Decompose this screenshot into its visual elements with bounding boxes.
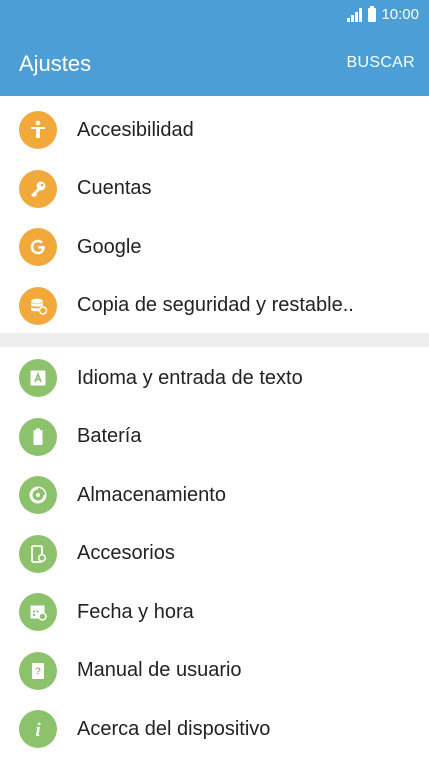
settings-item-user-manual[interactable]: ? Manual de usuario [0,642,429,701]
storage-icon [19,476,57,515]
svg-text:?: ? [35,666,41,677]
settings-item-battery[interactable]: Batería [0,408,429,467]
settings-item-label: Google [77,235,142,258]
backup-restore-icon [19,286,57,325]
battery-icon [19,417,57,456]
google-icon [19,228,57,267]
section-divider [0,333,429,347]
accessibility-icon [19,111,57,150]
settings-item-label: Copia de seguridad y restable.. [77,294,354,317]
accessories-icon [19,534,57,573]
key-icon [19,169,57,208]
settings-item-label: Batería [77,425,142,448]
settings-item-storage[interactable]: Almacenamiento [0,466,429,525]
svg-text:i: i [35,720,41,740]
settings-item-accessibility[interactable]: Accesibilidad [0,101,429,160]
settings-item-date-time[interactable]: Fecha y hora [0,583,429,642]
status-bar: 10:00 [0,0,429,32]
settings-item-label: Fecha y hora [77,600,194,623]
settings-item-label: Cuentas [77,177,152,200]
settings-item-language-input[interactable]: Idioma y entrada de texto [0,349,429,408]
user-manual-icon: ? [19,651,57,690]
status-time: 10:00 [381,6,419,23]
status-icons: 10:00 [347,5,419,23]
settings-item-accessories[interactable]: Accesorios [0,525,429,584]
settings-item-label: Acerca del dispositivo [77,717,271,740]
language-input-icon [19,359,57,398]
settings-item-label: Idioma y entrada de texto [77,366,303,389]
settings-item-about-device[interactable]: i Acerca del dispositivo [0,700,429,759]
settings-item-label: Accesibilidad [77,118,194,141]
app-bar: 10:00 Ajustes BUSCAR [0,0,429,96]
settings-group-personal: Accesibilidad Cuentas Google Copia de se… [0,101,429,335]
settings-item-label: Accesorios [77,542,175,565]
calendar-clock-icon [19,593,57,632]
search-button[interactable]: BUSCAR [347,54,415,72]
signal-icon [347,7,363,22]
settings-item-accounts[interactable]: Cuentas [0,160,429,219]
settings-item-backup-restore[interactable]: Copia de seguridad y restable.. [0,277,429,336]
settings-item-google[interactable]: Google [0,218,429,277]
settings-item-label: Almacenamiento [77,483,226,506]
header: Ajustes BUSCAR [0,32,429,96]
battery-status-icon [368,5,377,22]
settings-group-system: Idioma y entrada de texto Batería Almace… [0,349,429,759]
info-icon: i [19,710,57,749]
page-title: Ajustes [19,51,92,76]
settings-item-label: Manual de usuario [77,659,242,682]
